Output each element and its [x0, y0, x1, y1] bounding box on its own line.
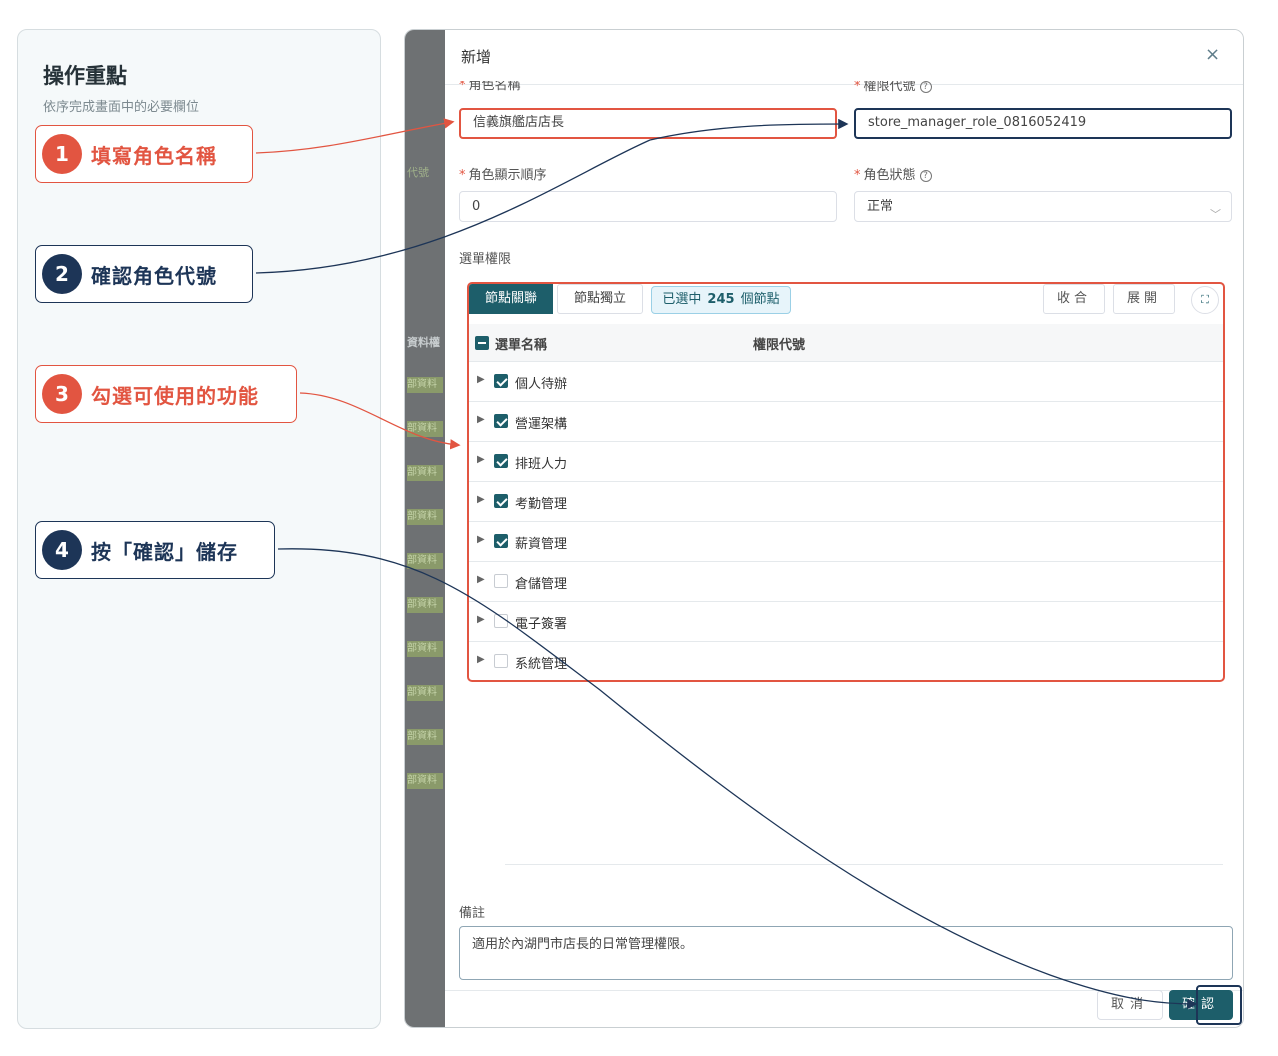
tree-row-label: 營運架構 — [515, 417, 568, 432]
background-tag: 部資料 — [407, 641, 443, 657]
display-order-label: * 角色顯示順序 — [459, 168, 547, 183]
step-text: 按「確認」儲存 — [91, 539, 238, 564]
permission-code-label: * 權限代號? — [854, 81, 932, 93]
tree-header: 選單名稱 權限代號 — [469, 324, 1223, 362]
background-tag: 部資料 — [407, 597, 443, 613]
menu-permissions-label: 選單權限 — [459, 252, 512, 267]
guide-step-4: 4 按「確認」儲存 — [35, 521, 275, 579]
node-independent-button[interactable]: 節點獨立 — [557, 284, 643, 314]
step-text: 確認角色代號 — [91, 263, 217, 288]
tree-row[interactable]: ▶ 營運架構 — [469, 402, 1223, 442]
expand-button[interactable]: 展開 — [1113, 284, 1175, 314]
row-checkbox[interactable] — [494, 654, 508, 668]
screenshot-frame: 代號 資料權 部資料 部資料 部資料 部資料 部資料 部資料 部資料 部資料 部… — [404, 29, 1244, 1028]
background-tag: 部資料 — [407, 421, 443, 437]
step-number: 2 — [42, 254, 82, 294]
row-checkbox[interactable] — [494, 574, 508, 588]
header-divider — [445, 84, 1243, 85]
role-status-select[interactable]: 正常 ﹀ — [854, 191, 1232, 222]
background-tag: 部資料 — [407, 729, 443, 745]
step-number: 4 — [42, 530, 82, 570]
node-linked-button[interactable]: 節點關聯 — [469, 284, 553, 314]
notes-textarea[interactable]: 適用於內湖門市店長的日常管理權限。 — [459, 926, 1233, 980]
background-column-header: 資料權 — [407, 336, 440, 349]
selected-count-badge: 已選中 245 個節點 — [651, 286, 791, 314]
collapse-button[interactable]: 收合 — [1043, 284, 1105, 314]
help-icon[interactable]: ? — [919, 170, 932, 182]
expand-arrow-icon[interactable]: ▶ — [477, 494, 485, 505]
background-tag: 部資料 — [407, 465, 443, 481]
role-status-label: * 角色狀態? — [854, 164, 932, 183]
tree-row[interactable]: ▶ 薪資管理 — [469, 522, 1223, 562]
row-checkbox[interactable] — [494, 534, 508, 548]
tree-row-label: 個人待辦 — [515, 377, 568, 392]
role-name-label: * 角色名稱 — [459, 81, 521, 93]
permission-code-input[interactable]: store_manager_role_0816052419 — [854, 108, 1232, 139]
expand-arrow-icon[interactable]: ▶ — [477, 574, 485, 585]
permission-code-column-header: 權限代號 — [753, 338, 806, 353]
step-text: 填寫角色名稱 — [91, 143, 217, 168]
tree-row-label: 考勤管理 — [515, 497, 568, 512]
row-checkbox[interactable] — [494, 374, 508, 388]
expand-arrow-icon[interactable]: ▶ — [477, 414, 485, 425]
guide-step-3: 3 勾選可使用的功能 — [35, 365, 297, 423]
dialog-title: 新增 — [461, 48, 492, 66]
background-page-overlay: 代號 資料權 部資料 部資料 部資料 部資料 部資料 部資料 部資料 部資料 部… — [405, 30, 445, 1027]
close-icon[interactable]: × — [1205, 44, 1220, 65]
row-checkbox[interactable] — [494, 494, 508, 508]
tree-row[interactable]: ▶ 個人待辦 — [469, 362, 1223, 402]
row-checkbox[interactable] — [494, 614, 508, 628]
menu-permission-tree: 節點關聯 節點獨立 已選中 245 個節點 收合 展開 ⛶ 選單名稱 權限代號 ▶ 個… — [467, 282, 1225, 682]
tree-row-label: 薪資管理 — [515, 537, 568, 552]
role-status-value: 正常 — [867, 199, 894, 214]
tree-row[interactable]: ▶ 排班人力 — [469, 442, 1223, 482]
cancel-button[interactable]: 取消 — [1097, 990, 1163, 1020]
tree-bottom-divider — [505, 864, 1223, 865]
confirm-highlight — [1196, 985, 1242, 1025]
guide-step-2: 2 確認角色代號 — [35, 245, 253, 303]
guide-step-1: 1 填寫角色名稱 — [35, 125, 253, 183]
tree-row[interactable]: ▶ 考勤管理 — [469, 482, 1223, 522]
tree-row[interactable]: ▶ 倉儲管理 — [469, 562, 1223, 602]
tree-row-label: 倉儲管理 — [515, 577, 568, 592]
background-tag: 部資料 — [407, 377, 443, 393]
tree-row-label: 電子簽署 — [515, 617, 568, 632]
fullscreen-icon[interactable]: ⛶ — [1191, 286, 1219, 314]
row-checkbox[interactable] — [494, 414, 508, 428]
display-order-input[interactable]: 0 — [459, 191, 837, 222]
background-code-label: 代號 — [407, 166, 429, 179]
expand-arrow-icon[interactable]: ▶ — [477, 654, 485, 665]
add-role-dialog: 新增 × * 角色名稱 信義旗艦店店長 * 權限代號? store_manager_… — [445, 30, 1243, 1027]
chevron-down-icon: ﹀ — [1210, 208, 1221, 221]
expand-arrow-icon[interactable]: ▶ — [477, 614, 485, 625]
background-tag: 部資料 — [407, 509, 443, 525]
tree-row[interactable]: ▶ 系統管理 — [469, 642, 1223, 680]
background-tag: 部資料 — [407, 685, 443, 701]
help-icon[interactable]: ? — [919, 81, 932, 93]
tree-row-label: 系統管理 — [515, 657, 568, 672]
notes-label: 備註 — [459, 906, 486, 921]
background-tag: 部資料 — [407, 773, 443, 789]
background-tag: 部資料 — [407, 553, 443, 569]
guide-title: 操作重點 — [43, 64, 127, 88]
step-number: 1 — [42, 134, 82, 174]
tree-row[interactable]: ▶ 電子簽署 — [469, 602, 1223, 642]
tree-row-label: 排班人力 — [515, 457, 568, 472]
expand-arrow-icon[interactable]: ▶ — [477, 454, 485, 465]
guide-subtitle: 依序完成畫面中的必要欄位 — [43, 100, 200, 115]
row-checkbox[interactable] — [494, 454, 508, 468]
step-text: 勾選可使用的功能 — [91, 383, 259, 408]
role-name-input[interactable]: 信義旗艦店店長 — [459, 108, 837, 139]
select-all-checkbox[interactable] — [475, 336, 489, 350]
step-number: 3 — [42, 374, 82, 414]
menu-name-column-header: 選單名稱 — [495, 338, 548, 353]
expand-arrow-icon[interactable]: ▶ — [477, 374, 485, 385]
expand-arrow-icon[interactable]: ▶ — [477, 534, 485, 545]
